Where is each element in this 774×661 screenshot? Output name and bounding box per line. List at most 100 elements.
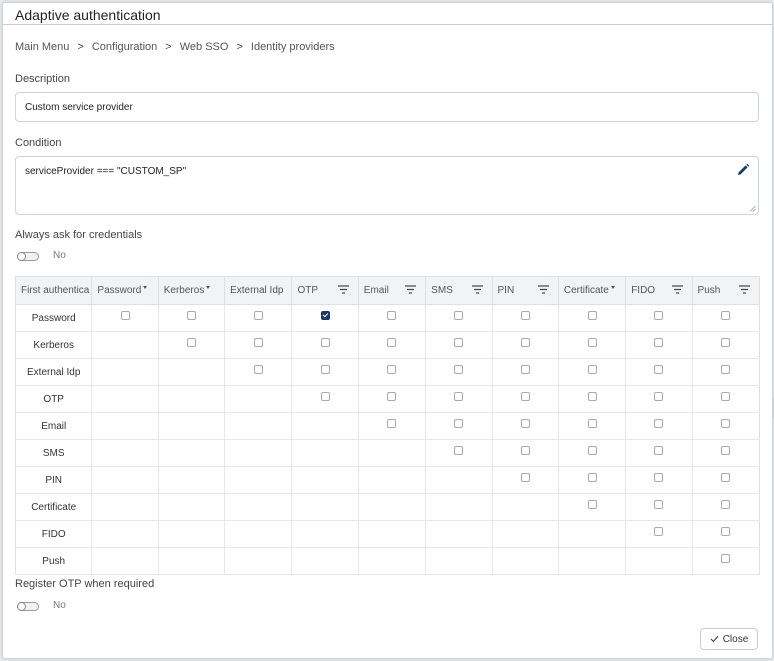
matrix-checkbox[interactable] bbox=[721, 364, 731, 374]
matrix-checkbox[interactable] bbox=[721, 445, 731, 455]
matrix-checkbox[interactable] bbox=[654, 499, 664, 509]
matrix-checkbox[interactable] bbox=[520, 310, 530, 320]
matrix-checkbox[interactable] bbox=[721, 499, 731, 509]
table-row: Password bbox=[14, 304, 761, 332]
matrix-checkbox[interactable] bbox=[587, 391, 597, 401]
filter-icon[interactable] bbox=[537, 285, 549, 294]
matrix-checkbox[interactable] bbox=[320, 391, 330, 401]
matrix-checkbox[interactable] bbox=[721, 391, 731, 401]
breadcrumb-item-main-menu[interactable]: Main Menu bbox=[15, 41, 69, 53]
matrix-checkbox[interactable] bbox=[587, 499, 597, 509]
matrix-checkbox[interactable] bbox=[520, 337, 530, 347]
matrix-checkbox[interactable] bbox=[320, 364, 330, 374]
condition-field[interactable]: serviceProvider === "CUSTOM_SP" bbox=[15, 156, 759, 215]
matrix-checkbox[interactable] bbox=[520, 418, 530, 428]
breadcrumb-item-configuration[interactable]: Configuration bbox=[92, 41, 157, 53]
matrix-cell bbox=[692, 547, 761, 575]
column-header-2[interactable]: Kerberos bbox=[157, 276, 226, 305]
breadcrumb-item-web-sso[interactable]: Web SSO bbox=[180, 41, 229, 53]
matrix-checkbox[interactable] bbox=[721, 337, 731, 347]
matrix-cell bbox=[492, 412, 559, 440]
matrix-checkbox[interactable] bbox=[454, 364, 464, 374]
matrix-cell bbox=[692, 385, 761, 413]
matrix-checkbox[interactable] bbox=[253, 337, 263, 347]
column-header-5[interactable]: Email bbox=[357, 276, 427, 305]
dialog-titlebar: Adaptive authentication bbox=[3, 3, 772, 25]
matrix-checkbox[interactable] bbox=[654, 364, 664, 374]
matrix-checkbox[interactable] bbox=[721, 472, 731, 482]
matrix-checkbox[interactable] bbox=[520, 472, 530, 482]
matrix-checkbox[interactable] bbox=[721, 310, 731, 320]
matrix-checkbox[interactable] bbox=[587, 472, 597, 482]
matrix-checkbox[interactable] bbox=[587, 310, 597, 320]
matrix-checkbox[interactable] bbox=[654, 391, 664, 401]
matrix-checkbox[interactable] bbox=[454, 418, 464, 428]
matrix-checkbox[interactable] bbox=[654, 310, 664, 320]
close-button[interactable]: Close bbox=[700, 628, 758, 650]
column-header-1[interactable]: Password bbox=[91, 276, 159, 305]
table-row: External Idp bbox=[14, 358, 761, 386]
column-header-10[interactable]: Push bbox=[691, 276, 761, 305]
column-header-4[interactable]: OTP bbox=[291, 276, 359, 305]
column-header-6[interactable]: SMS bbox=[425, 276, 493, 305]
filter-icon[interactable] bbox=[739, 285, 750, 294]
matrix-checkbox[interactable] bbox=[654, 472, 664, 482]
matrix-checkbox[interactable] bbox=[387, 310, 397, 320]
matrix-checkbox[interactable] bbox=[253, 310, 263, 320]
matrix-checkbox[interactable] bbox=[120, 310, 130, 320]
matrix-checkbox[interactable] bbox=[454, 337, 464, 347]
column-header-7[interactable]: PIN bbox=[491, 276, 559, 305]
matrix-checkbox[interactable] bbox=[387, 391, 397, 401]
resize-handle-icon[interactable] bbox=[749, 205, 756, 212]
matrix-cell bbox=[358, 304, 427, 332]
filter-icon[interactable] bbox=[671, 285, 683, 294]
matrix-checkbox[interactable] bbox=[587, 364, 597, 374]
matrix-checkbox[interactable] bbox=[587, 337, 597, 347]
matrix-checkbox[interactable] bbox=[520, 364, 530, 374]
row-label: Password bbox=[14, 304, 93, 332]
filter-icon[interactable] bbox=[405, 285, 417, 294]
matrix-checkbox[interactable] bbox=[454, 310, 464, 320]
matrix-checkbox[interactable] bbox=[454, 445, 464, 455]
always-ask-toggle[interactable] bbox=[17, 252, 39, 261]
matrix-cell bbox=[91, 520, 159, 548]
matrix-checkbox[interactable] bbox=[186, 310, 196, 320]
matrix-checkbox[interactable] bbox=[721, 553, 731, 563]
sort-caret-icon[interactable] bbox=[206, 286, 211, 289]
matrix-cell bbox=[291, 412, 359, 440]
matrix-checkbox[interactable] bbox=[320, 337, 330, 347]
matrix-cell bbox=[358, 385, 427, 413]
always-ask-label: Always ask for credentials bbox=[15, 229, 143, 241]
register-otp-toggle[interactable] bbox=[17, 602, 39, 611]
matrix-checkbox[interactable] bbox=[654, 526, 664, 536]
filter-icon[interactable] bbox=[471, 285, 483, 294]
matrix-checkbox[interactable] bbox=[520, 445, 530, 455]
matrix-cell bbox=[224, 385, 293, 413]
matrix-checkbox[interactable] bbox=[654, 418, 664, 428]
matrix-checkbox[interactable] bbox=[587, 418, 597, 428]
matrix-checkbox[interactable] bbox=[654, 445, 664, 455]
matrix-checkbox[interactable] bbox=[587, 445, 597, 455]
column-header-9[interactable]: FIDO bbox=[625, 276, 693, 305]
matrix-cell bbox=[291, 385, 359, 413]
matrix-checkbox[interactable] bbox=[387, 418, 397, 428]
pencil-icon[interactable] bbox=[736, 163, 750, 177]
matrix-checkbox[interactable] bbox=[454, 391, 464, 401]
column-header-label: SMS bbox=[431, 285, 453, 296]
matrix-checkbox[interactable] bbox=[721, 526, 731, 536]
description-field[interactable]: Custom service provider bbox=[15, 92, 759, 122]
breadcrumb-item-identity-providers: Identity providers bbox=[250, 41, 335, 53]
matrix-checkbox[interactable] bbox=[186, 337, 196, 347]
column-header-8[interactable]: Certificate bbox=[557, 276, 627, 305]
filter-icon[interactable] bbox=[337, 285, 349, 294]
matrix-checkbox[interactable] bbox=[253, 364, 263, 374]
column-header-label: PIN bbox=[497, 285, 515, 296]
sort-caret-icon[interactable] bbox=[610, 286, 615, 289]
matrix-checkbox[interactable] bbox=[387, 337, 397, 347]
matrix-checkbox[interactable] bbox=[520, 391, 530, 401]
matrix-checkbox[interactable] bbox=[387, 364, 397, 374]
sort-caret-icon[interactable] bbox=[143, 286, 148, 289]
matrix-checkbox[interactable] bbox=[320, 310, 330, 320]
matrix-checkbox[interactable] bbox=[654, 337, 664, 347]
matrix-checkbox[interactable] bbox=[721, 418, 731, 428]
